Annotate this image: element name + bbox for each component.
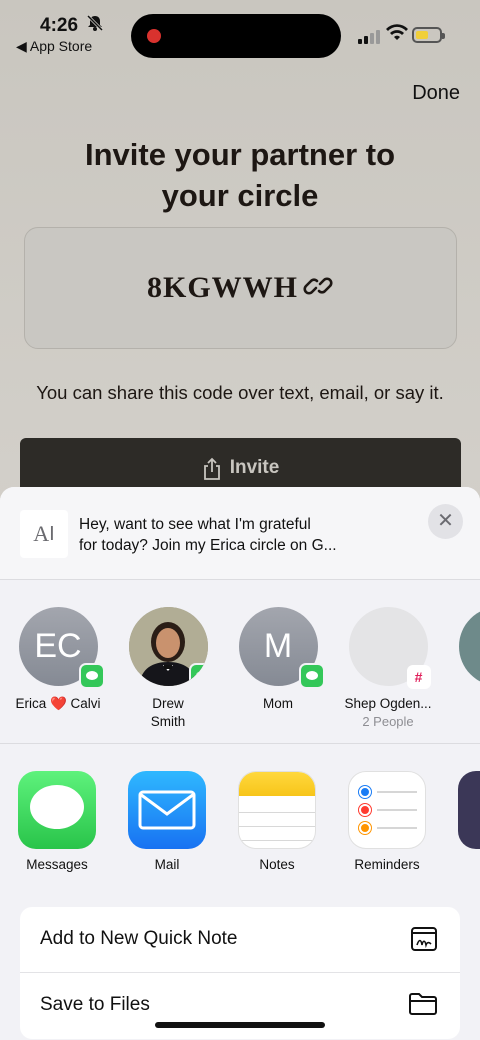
app-label: Notes [259,857,295,872]
dynamic-island [131,14,341,58]
action-label: Save to Files [40,994,150,1015]
save-to-files-action[interactable]: Save to Files [20,973,460,1039]
messages-icon [18,771,96,849]
person-mom[interactable]: M Mom [218,607,338,713]
status-bar: 4:26 ◀ App Store [0,0,480,62]
person-shep-ogden-group[interactable]: # Shep Ogden... 2 People [328,607,448,731]
quick-note-icon [410,926,438,957]
person-name: Mom [263,696,293,711]
battery-icon [412,27,445,43]
person-partial[interactable] [438,607,480,686]
app-partial[interactable]: J [442,771,480,872]
text-document-icon: AI [20,510,68,558]
wifi-icon [386,24,408,47]
app-label: Mail [154,857,180,872]
app-reminders[interactable]: Reminders [332,771,442,872]
mail-icon [128,771,206,849]
action-label: Add to New Quick Note [40,928,238,949]
bell-muted-icon [86,14,104,37]
app-label: Reminders [354,857,420,872]
folder-icon [408,992,438,1021]
messages-badge-icon [298,663,325,689]
cellular-signal-icon [358,30,380,44]
app-row: Messages Mail Notes Reminders [0,744,480,884]
page-title: Invite your partner to your circle [0,134,480,216]
preview-text-line-2: for today? Join my Erica circle on G... [79,537,337,554]
slack-badge-icon: # [406,665,431,689]
home-indicator[interactable] [155,1022,325,1028]
messages-badge-icon [78,663,105,689]
close-share-sheet-button[interactable]: ✕ [428,504,463,539]
app-messages[interactable]: Messages [2,771,112,872]
person-subtitle: 2 People [362,714,414,729]
person-erica-calvi[interactable]: EC Erica ❤️ Calvi [0,607,118,713]
link-icon [302,270,334,307]
add-to-quick-note-action[interactable]: Add to New Quick Note [20,907,460,973]
person-name: Drew Smith [150,696,186,729]
invite-code: 8KGWWH [146,271,298,304]
preview-text-line-1: Hey, want to see what I'm grateful [79,516,311,533]
action-list: Add to New Quick Note Save to Files [20,907,460,1039]
share-sheet: AI Hey, want to see what I'm grateful fo… [0,487,480,1040]
person-name: Erica ❤️ Calvi [15,696,101,711]
share-hint-text: You can share this code over text, email… [36,382,444,403]
share-preview: AI Hey, want to see what I'm grateful fo… [0,487,480,580]
person-name: Shep Ogden... [344,696,432,711]
people-suggestions: EC Erica ❤️ Calvi Drew Smith M Mom # She… [0,580,480,744]
avatar [458,607,480,686]
back-to-app-store[interactable]: ◀ App Store [16,38,92,55]
messages-badge-icon [188,663,208,686]
clock: 4:26 [40,15,79,36]
avatar: # [348,607,431,689]
page-title-line-1: Invite your partner to [84,137,396,172]
avatar [128,607,208,686]
person-drew-smith[interactable]: Drew Smith [108,607,228,731]
app-notes[interactable]: Notes [222,771,332,872]
invite-code-box[interactable]: 8KGWWH [24,227,457,349]
avatar: M [238,607,325,689]
app-label: Messages [26,857,88,872]
app-mail[interactable]: Mail [112,771,222,872]
avatar: EC [18,607,105,689]
done-button[interactable]: Done [412,82,460,105]
notes-icon [238,771,316,849]
page-title-line-2: your circle [161,178,319,213]
app-icon [458,771,480,849]
reminders-icon [348,771,426,849]
recording-indicator [147,29,161,43]
app-label: J [442,857,480,872]
preview-text: Hey, want to see what I'm grateful for t… [79,514,379,556]
